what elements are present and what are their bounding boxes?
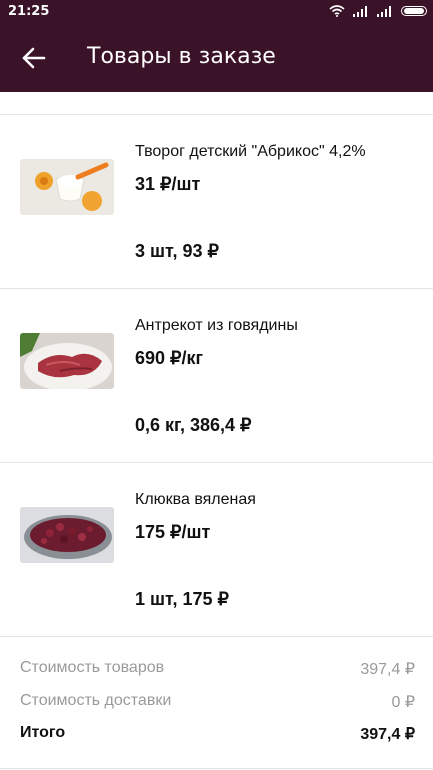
- product-name: Клюква вяленая: [135, 491, 256, 508]
- product-image: [20, 507, 114, 563]
- back-arrow-icon[interactable]: [20, 44, 48, 72]
- list-item[interactable]: Антрекот из говядины 690 ₽/кг 0,6 кг, 38…: [0, 289, 433, 462]
- battery-icon: [401, 6, 427, 16]
- divider: [0, 636, 433, 637]
- app-bar: Товары в заказе: [0, 24, 433, 92]
- list-item[interactable]: Творог детский "Абрикос" 4,2% 31 ₽/шт 3 …: [0, 115, 433, 288]
- summary-total-value: 397,4 ₽: [360, 726, 415, 743]
- product-price: 690 ₽/кг: [135, 348, 203, 368]
- summary-goods-value: 397,4 ₽: [360, 661, 415, 678]
- product-price: 31 ₽/шт: [135, 174, 201, 194]
- signal-icon: [377, 5, 393, 17]
- product-name: Творог детский "Абрикос" 4,2%: [135, 143, 366, 160]
- product-quantity-total: 3 шт, 93 ₽: [135, 241, 219, 261]
- list-item[interactable]: Клюква вяленая 175 ₽/шт 1 шт, 175 ₽: [0, 463, 433, 636]
- status-bar: 21:25: [0, 0, 433, 24]
- divider: [0, 768, 433, 769]
- summary-delivery-label: Стоимость доставки: [20, 692, 172, 709]
- product-name: Антрекот из говядины: [135, 317, 298, 334]
- product-price: 175 ₽/шт: [135, 522, 211, 542]
- product-image: [20, 159, 114, 215]
- signal-icon: [353, 5, 369, 17]
- product-quantity-total: 1 шт, 175 ₽: [135, 589, 229, 609]
- summary-delivery-value: 0 ₽: [391, 694, 415, 711]
- wifi-icon: [329, 5, 345, 17]
- status-icons: [329, 5, 427, 17]
- product-quantity-total: 0,6 кг, 386,4 ₽: [135, 415, 252, 435]
- page-title: Товары в заказе: [87, 44, 276, 69]
- status-time: 21:25: [8, 4, 50, 19]
- summary-goods-label: Стоимость товаров: [20, 659, 165, 676]
- summary-total-label: Итого: [20, 724, 66, 741]
- product-image: [20, 333, 114, 389]
